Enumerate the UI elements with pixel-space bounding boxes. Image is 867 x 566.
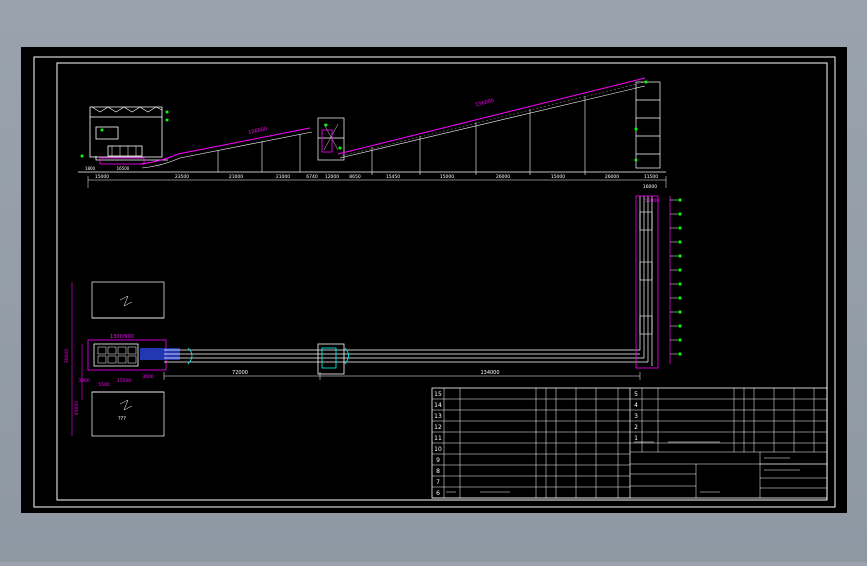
plan-box-label: 1300/900 (110, 334, 134, 340)
plan-right-marker (678, 254, 682, 258)
elevation-dim-label: 21000 (276, 174, 290, 180)
title-block-row-number: 7 (436, 479, 440, 486)
title-block-row-number: 5 (634, 391, 638, 398)
title-block-row-number: 2 (634, 424, 638, 431)
plan-right-marker (678, 282, 682, 286)
elevation-dim-label: 26000 (605, 174, 619, 180)
elevation-dim-label: 23500 (175, 174, 189, 180)
plan-dim-label: 5500 (98, 382, 110, 388)
title-block-row-number: 6 (436, 490, 440, 497)
title-block-row-number: 11 (434, 435, 442, 442)
elevation-dim-label: 26000 (496, 174, 510, 180)
elevation-dim-label: 15000 (440, 174, 454, 180)
title-block-row-number: 15 (434, 391, 442, 398)
plan-dim-label: 51000 (645, 198, 659, 204)
plan-right-marker (678, 268, 682, 272)
title-block-row-number: 4 (634, 402, 638, 409)
elevation-dim-label: 6740 (306, 174, 318, 180)
title-block-row-number: 1 (634, 435, 638, 442)
elevation-dim-label: 15000 (551, 174, 565, 180)
plan-bottom-label: ??? (118, 416, 126, 422)
elevation-dim-label: 15000 (95, 174, 109, 180)
plan-dim-label: 15500 (117, 378, 131, 384)
elevation-small-label: 1800 (85, 166, 96, 171)
plan-right-marker (678, 310, 682, 314)
elevation-dim-label: 8650 (349, 174, 361, 180)
title-block-row-number: 13 (434, 413, 442, 420)
plan-right-marker (678, 296, 682, 300)
elevation-dim-label: 21000 (229, 174, 243, 180)
plan-dim-label: 30000 (64, 349, 70, 363)
plan-dim-label: 3600 (142, 374, 154, 380)
title-block-row-number: 8 (436, 468, 440, 475)
plan-dim-label: 3900 (78, 378, 90, 384)
elevation-dim-label: 15450 (386, 174, 400, 180)
drawing-canvas[interactable]: 15000 23500 21000 21000 6740 12000 8650 15450 15… (0, 0, 867, 562)
plan-right-marker (678, 198, 682, 202)
plan-dim-label: 16000 (643, 184, 657, 190)
title-block-row-number: 10 (434, 446, 442, 453)
plan-right-marker (678, 240, 682, 244)
cad-viewport[interactable]: 15000 23500 21000 21000 6740 12000 8650 15450 15… (0, 0, 867, 562)
title-block-row-number: 12 (434, 424, 442, 431)
elevation-dim-label: 11500 (644, 174, 658, 180)
elevation-dim-label: 12000 (325, 174, 339, 180)
title-block-row-number: 14 (434, 402, 442, 409)
plan-right-marker (678, 212, 682, 216)
plan-right-marker (678, 352, 682, 356)
plan-dim-label: 72000 (232, 370, 248, 376)
plan-dim-label: 134000 (480, 370, 499, 376)
elevation-small-label: 16500 (117, 166, 130, 171)
plan-right-marker (678, 324, 682, 328)
title-block-row-number: 9 (436, 457, 440, 464)
plan-right-marker (678, 338, 682, 342)
title-block-row-number: 3 (634, 413, 638, 420)
plan-right-marker (678, 226, 682, 230)
plan-dim-label: 45000 (74, 401, 80, 415)
